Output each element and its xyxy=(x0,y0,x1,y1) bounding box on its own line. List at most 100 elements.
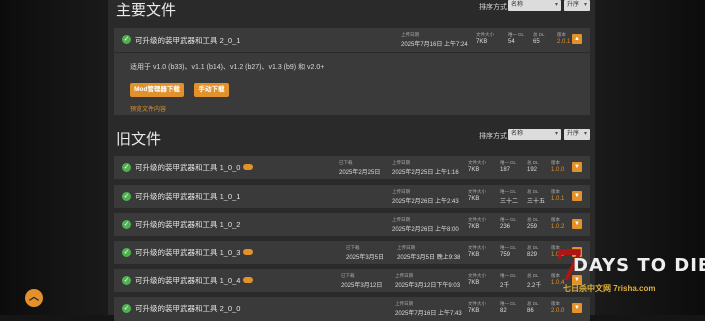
unique-dl-label: 唯一 DL xyxy=(500,273,517,278)
version: 2.0.0 xyxy=(551,308,565,314)
total-dl-label: 总 DL xyxy=(527,189,539,194)
version: 1.0.0 xyxy=(551,167,565,173)
upload-date: 2025年2月25日 上午1:16 xyxy=(392,170,459,176)
old-sort-select[interactable]: 名称 ▾ xyxy=(508,129,561,140)
total-dl: 65 xyxy=(533,39,540,45)
chevron-down-icon: ▾ xyxy=(554,2,558,8)
upload-date: 2025年7月16日 上午7:24 xyxy=(401,42,468,48)
left-background xyxy=(0,0,108,315)
file-name: 可升级的装甲武器和工具 2_0_0 xyxy=(135,304,241,313)
check-icon: ✓ xyxy=(122,220,131,229)
check-icon: ✓ xyxy=(122,304,131,313)
files-panel: 主要文件 排序方式 名称 ▾ 升序 ▾ ✓ 可升级的装甲武器和工具 2_0_1 上传… xyxy=(108,0,595,321)
file-size: 7KB xyxy=(468,224,480,230)
logo-subtitle: 七日杀中文网 7risha.com xyxy=(563,284,656,293)
total-dl: 2.2千 xyxy=(527,283,542,289)
unique-dl-label: 唯一 DL xyxy=(500,301,517,306)
version-label: 版本 xyxy=(557,32,566,37)
version-label: 版本 xyxy=(551,217,560,222)
upload-label: 上传日期 xyxy=(401,32,419,37)
unique-dl: 236 xyxy=(500,224,511,230)
upload-label: 上传日期 xyxy=(392,160,410,165)
total-dl-label: 总 DL xyxy=(527,217,539,222)
total-dl-label: 总 DL xyxy=(533,32,545,37)
upload-date: 2025年2月26日 上午2:43 xyxy=(392,199,459,205)
expand-toggle-icon[interactable]: ▼ xyxy=(572,219,582,229)
total-dl-label: 总 DL xyxy=(527,301,539,306)
main-sort-label: 排序方式 xyxy=(479,4,507,11)
version: 2.0.1 xyxy=(557,39,571,45)
version-label: 版本 xyxy=(551,160,560,165)
main-order-select[interactable]: 升序 ▾ xyxy=(564,0,590,11)
main-sort-value: 名称 xyxy=(511,2,524,8)
removed-label: 已下载 xyxy=(341,273,355,278)
main-sort-select[interactable]: 名称 ▾ xyxy=(508,0,561,11)
upload-label: 上传日期 xyxy=(395,301,413,306)
removed-date: 2025年3月12日 xyxy=(341,283,383,289)
removed-date: 2025年2月25日 xyxy=(339,170,381,176)
file-name: 可升级的装甲武器和工具 1_0_2 xyxy=(135,220,241,229)
unique-dl: 54 xyxy=(508,39,515,45)
check-icon: ✓ xyxy=(122,276,131,285)
upload-label: 上传日期 xyxy=(397,245,415,250)
check-icon: ✓ xyxy=(122,192,131,201)
cloud-icon xyxy=(243,249,254,256)
upload-label: 上传日期 xyxy=(392,217,410,222)
main-order-value: 升序 xyxy=(567,2,580,8)
preview-file-link[interactable]: 预览文件内容 xyxy=(130,104,166,113)
main-file-details: 适用于 v1.0 (b33)、v1.1 (b14)、v1.2 (b27)、v1.… xyxy=(114,53,590,115)
size-label: 文件大小 xyxy=(468,273,486,278)
unique-dl-label: 唯一 DL xyxy=(508,32,525,37)
old-sort-label: 排序方式 xyxy=(479,133,507,140)
file-size: 7KB xyxy=(468,252,480,258)
version: 1.0.1 xyxy=(551,196,565,202)
total-dl-label: 总 DL xyxy=(527,245,539,250)
check-icon: ✓ xyxy=(122,163,131,172)
total-dl: 86 xyxy=(527,308,534,314)
size-label: 文件大小 xyxy=(468,301,486,306)
collapse-toggle-icon[interactable]: ▲ xyxy=(572,34,582,44)
main-file-row[interactable]: ✓ 可升级的装甲武器和工具 2_0_1 上传日期 2025年7月16日 上午7:… xyxy=(114,28,590,53)
version: 1.0.2 xyxy=(551,224,565,230)
total-dl-label: 总 DL xyxy=(527,160,539,165)
unique-dl: 三十二 xyxy=(500,199,519,205)
unique-dl: 187 xyxy=(500,167,511,173)
expand-toggle-icon[interactable]: ▼ xyxy=(572,191,582,201)
size-label: 文件大小 xyxy=(468,217,486,222)
unique-dl-label: 唯一 DL xyxy=(500,160,517,165)
old-file-row[interactable]: ✓ 可升级的装甲武器和工具 1_0_3 已下载 2025年3月5日 上传日期 2… xyxy=(114,241,590,265)
manual-download-button[interactable]: 手动下载 xyxy=(194,83,229,97)
total-dl: 829 xyxy=(527,252,538,258)
scroll-to-top-button[interactable]: ︿ xyxy=(25,289,43,307)
main-files-title: 主要文件 xyxy=(116,1,177,19)
unique-dl: 82 xyxy=(500,308,507,314)
logo-title: DAYS TO DIE xyxy=(573,255,705,276)
mod-manager-download-button[interactable]: Mod管理器下载 xyxy=(130,83,184,97)
file-name: 可升级的装甲武器和工具 1_0_4 xyxy=(135,275,254,286)
old-file-row[interactable]: ✓ 可升级的装甲武器和工具 2_0_0 上传日期 2025年7月16日 上午7:… xyxy=(114,297,590,321)
file-size: 7KB xyxy=(468,167,480,173)
expand-toggle-icon[interactable]: ▼ xyxy=(572,303,582,313)
old-order-select[interactable]: 升序 ▾ xyxy=(564,129,590,140)
file-size: 7KB xyxy=(476,39,488,45)
upload-date: 2025年7月16日 上午7:43 xyxy=(395,311,462,317)
old-file-row[interactable]: ✓ 可升级的装甲武器和工具 1_0_2 上传日期 2025年2月26日 上午8:… xyxy=(114,213,590,237)
check-icon: ✓ xyxy=(122,35,131,44)
chevron-up-icon: ︿ xyxy=(29,292,39,303)
unique-dl: 2千 xyxy=(500,283,510,289)
upload-label: 上传日期 xyxy=(395,273,413,278)
old-sort-value: 名称 xyxy=(511,131,524,137)
size-label: 文件大小 xyxy=(468,189,486,194)
old-file-row[interactable]: ✓ 可升级的装甲武器和工具 1_0_4 已下载 2025年3月12日 上传日期 … xyxy=(114,269,590,293)
removed-date: 2025年3月5日 xyxy=(346,255,385,261)
expand-toggle-icon[interactable]: ▼ xyxy=(572,162,582,172)
size-label: 文件大小 xyxy=(468,160,486,165)
upload-date: 2025年2月26日 上午8:00 xyxy=(392,227,459,233)
old-file-row[interactable]: ✓ 可升级的装甲武器和工具 1_0_0 已下载 2025年2月25日 上传日期 … xyxy=(114,156,590,180)
old-order-value: 升序 xyxy=(567,131,580,137)
old-files-title: 旧文件 xyxy=(116,130,162,148)
file-size: 7KB xyxy=(468,280,480,286)
old-file-row[interactable]: ✓ 可升级的装甲武器和工具 1_0_1 上传日期 2025年2月26日 上午2:… xyxy=(114,185,590,209)
file-name: 可升级的装甲武器和工具 1_0_3 xyxy=(135,247,254,258)
cloud-icon xyxy=(243,277,254,284)
